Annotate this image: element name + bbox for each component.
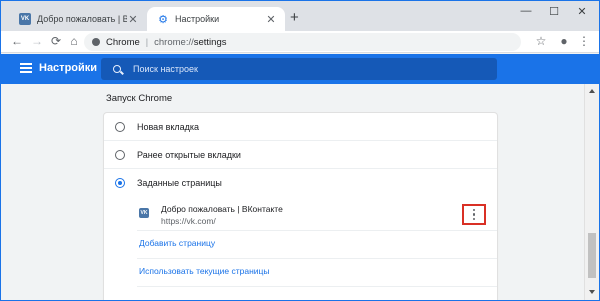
radio-button[interactable] <box>115 149 125 160</box>
settings-header: Настройки <box>1 54 599 84</box>
startup-page-name: Добро пожаловать | ВКонтакте <box>161 204 283 214</box>
page-title: Настройки <box>39 62 98 74</box>
new-tab-button[interactable]: + <box>290 10 299 25</box>
close-tab-icon[interactable]: ✕ <box>265 13 277 26</box>
omnibox-url-path: settings <box>193 36 227 48</box>
vertical-scrollbar[interactable] <box>584 84 599 300</box>
divider <box>137 286 497 287</box>
radio-label: Ранее открытые вкладки <box>137 149 241 160</box>
home-icon[interactable]: ⌂ <box>67 34 81 49</box>
more-vert-icon-dot <box>472 208 476 212</box>
scroll-thumb[interactable] <box>588 233 596 278</box>
close-tab-icon[interactable]: ✕ <box>127 13 139 26</box>
tab-title: Добро пожаловать | ВКонтакте <box>37 14 127 24</box>
radio-option-specific-pages[interactable]: Заданные страницы <box>104 169 497 197</box>
radio-label: Новая вкладка <box>137 121 200 132</box>
back-arrow-icon[interactable]: ← <box>10 34 24 49</box>
search-input[interactable] <box>133 64 473 74</box>
radio-option-new-tab[interactable]: Новая вкладка <box>104 113 497 141</box>
startup-page-url: https://vk.com/ <box>161 216 216 226</box>
tab-settings[interactable]: ⚙ Настройки ✕ <box>147 7 285 31</box>
search-icon <box>113 65 121 73</box>
vk-logo-icon: VK <box>19 13 31 25</box>
minimize-button[interactable]: — <box>516 5 536 17</box>
hamburger-menu-icon[interactable] <box>20 63 32 73</box>
tab-strip: VK Добро пожаловать | ВКонтакте ✕ ⚙ Наст… <box>1 1 599 31</box>
omnibox-url-prefix: chrome:// <box>154 36 194 48</box>
address-bar[interactable]: Chrome | chrome://settings <box>84 33 521 51</box>
close-window-button[interactable]: ✕ <box>572 5 592 18</box>
more-vert-icon-dot <box>472 213 476 216</box>
startup-page-row: VK Добро пожаловать | ВКонтакте https://… <box>104 199 497 229</box>
scroll-up-arrow-icon[interactable] <box>589 89 595 93</box>
reload-icon[interactable]: ⟳ <box>49 34 63 49</box>
bookmark-star-icon[interactable]: ☆ <box>534 34 548 49</box>
more-vert-icon-dot <box>472 217 476 221</box>
settings-search[interactable] <box>101 58 497 80</box>
radio-label: Заданные страницы <box>137 178 222 188</box>
gear-icon: ⚙ <box>158 13 168 26</box>
tab-vk[interactable]: VK Добро пожаловать | ВКонтакте ✕ <box>9 7 147 31</box>
section-title: Запуск Chrome <box>106 93 173 104</box>
radio-option-previous-tabs[interactable]: Ранее открытые вкладки <box>104 141 497 169</box>
profile-avatar-icon[interactable]: ● <box>557 34 571 49</box>
omnibox-separator: | <box>145 37 149 47</box>
more-actions-button[interactable] <box>462 204 486 225</box>
divider <box>137 230 497 231</box>
chrome-page-icon <box>92 38 100 46</box>
settings-content: Запуск Chrome Новая вкладка Ранее открыт… <box>1 84 599 300</box>
omnibox-chrome-label: Chrome <box>106 36 140 48</box>
use-current-pages-link[interactable]: Использовать текущие страницы <box>139 266 270 276</box>
radio-button[interactable] <box>115 121 125 132</box>
scroll-down-arrow-icon[interactable] <box>589 290 595 294</box>
chrome-menu-icon[interactable]: ⋮ <box>577 34 591 49</box>
browser-window: VK Добро пожаловать | ВКонтакте ✕ ⚙ Наст… <box>0 0 600 301</box>
forward-arrow-icon[interactable]: → <box>30 34 44 49</box>
startup-card: Новая вкладка Ранее открытые вкладки Зад… <box>104 113 497 300</box>
vk-logo-icon: VK <box>139 208 149 218</box>
radio-button-selected[interactable] <box>115 178 125 188</box>
maximize-button[interactable]: ☐ <box>544 5 564 18</box>
add-page-link[interactable]: Добавить страницу <box>139 238 215 248</box>
browser-toolbar: ← → ⟳ ⌂ Chrome | chrome://settings ☆ ● ⋮ <box>1 31 599 53</box>
divider <box>137 258 497 259</box>
tab-title: Настройки <box>175 14 220 24</box>
